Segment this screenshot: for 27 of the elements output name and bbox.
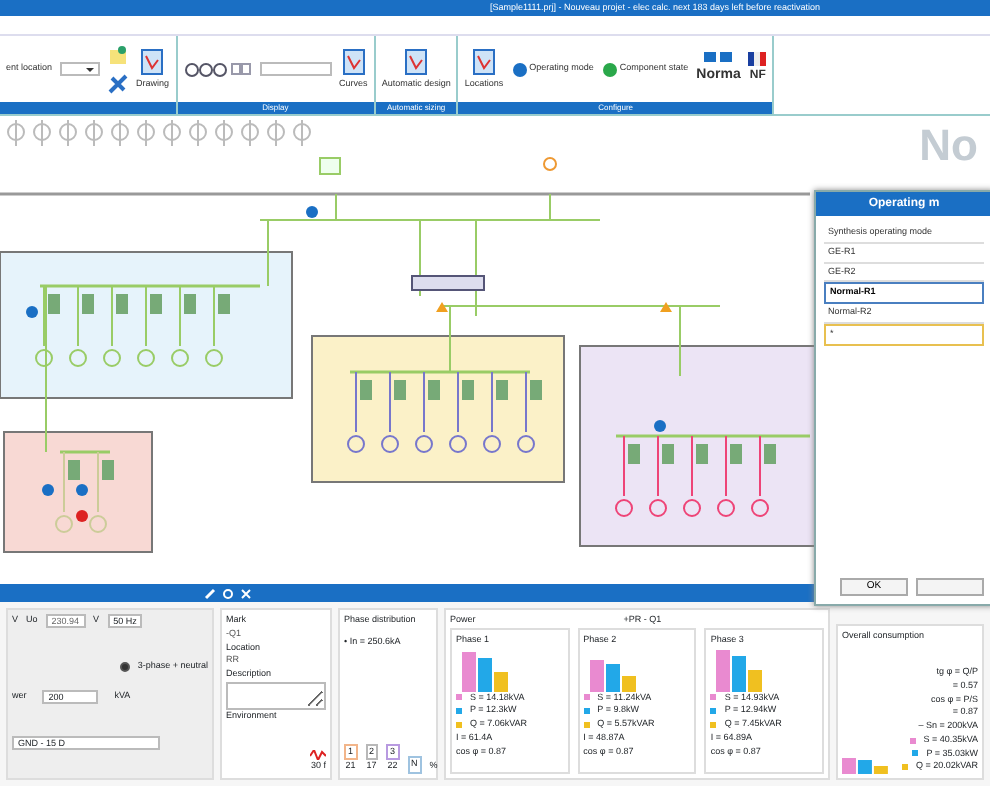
bar-chart-drawing bbox=[842, 758, 894, 774]
legend-swatch-icon bbox=[456, 708, 462, 715]
faded-logo: No bbox=[919, 124, 978, 168]
legend-swatch-icon bbox=[456, 694, 462, 701]
sticky-note-icon bbox=[108, 45, 129, 65]
legend-swatch-icon bbox=[456, 721, 462, 728]
legend-swatch-icon bbox=[901, 764, 908, 771]
description-field[interactable] bbox=[226, 681, 326, 710]
dropdown-field[interactable] bbox=[60, 62, 101, 76]
legend-swatch-icon bbox=[583, 708, 590, 715]
zoom-icons-drawing bbox=[183, 61, 252, 77]
search-field[interactable] bbox=[259, 62, 332, 76]
legend-swatch-icon bbox=[710, 694, 717, 701]
legend-swatch-icon bbox=[912, 750, 919, 757]
settings-icon[interactable] bbox=[222, 587, 234, 599]
legend-swatch-icon bbox=[710, 708, 717, 715]
flag-icon bbox=[748, 52, 767, 66]
legend-swatch-icon bbox=[583, 694, 590, 701]
close-icon[interactable] bbox=[240, 587, 252, 599]
radio-button[interactable] bbox=[119, 661, 130, 672]
legend-swatch-icon bbox=[710, 721, 717, 728]
caret-icon bbox=[86, 65, 95, 74]
legend-swatch-icon bbox=[583, 721, 590, 728]
legend-swatch-icon bbox=[909, 737, 916, 744]
operating-mode-icon bbox=[511, 61, 528, 77]
component-state-icon bbox=[601, 61, 618, 77]
waveform-icon bbox=[310, 750, 326, 761]
